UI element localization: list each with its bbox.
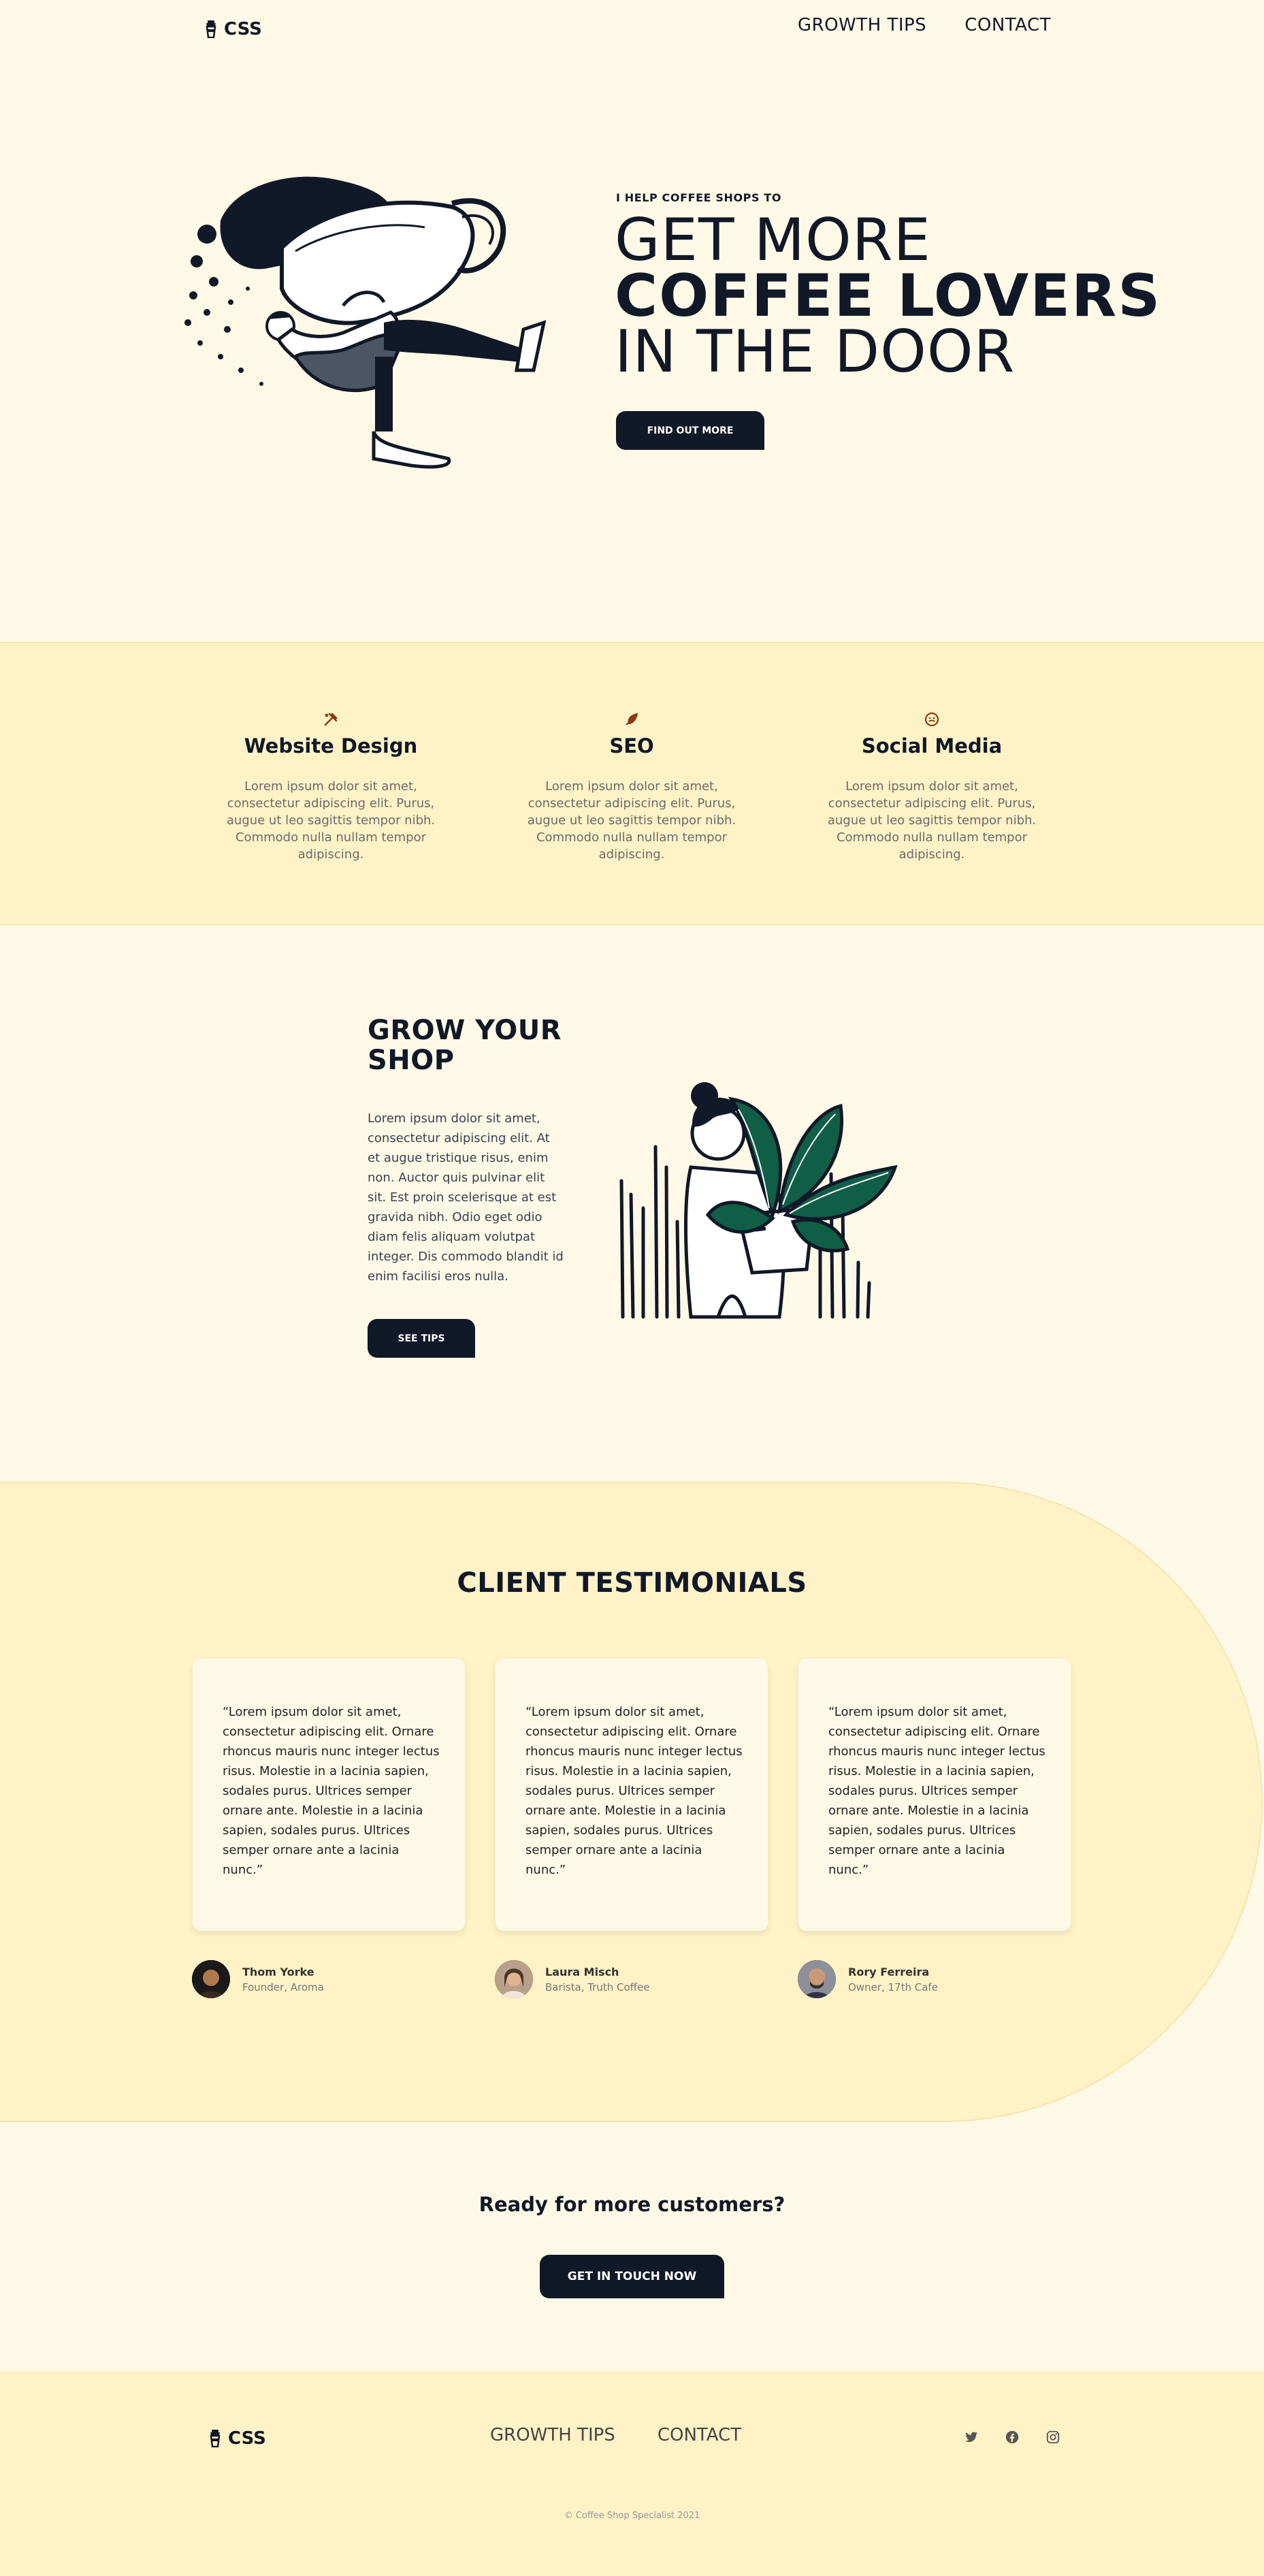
feather-icon [626, 713, 638, 725]
footer-links: GROWTH TIPS CONTACT [490, 2425, 741, 2445]
logo-text: CSS [224, 19, 262, 39]
service-text: Lorem ipsum dolor sit amet, consectetur … [226, 779, 436, 862]
get-in-touch-button[interactable]: GET IN TOUCH NOW [540, 2255, 724, 2298]
coffee-cup-icon [210, 2430, 221, 2447]
hero-headline-line1: GET MORE [615, 206, 931, 274]
grow-title: GROW YOUR SHOP [368, 1015, 562, 1075]
hero-headline: GET MORE COFFEE LOVERS IN THE DOOR [615, 206, 1162, 386]
author-name: Rory Ferreira [848, 1965, 930, 1978]
hero-illustration [184, 176, 547, 469]
author-role: Founder, Aroma [242, 1980, 324, 1993]
footer: CSS GROWTH TIPS CONTACT © Coffee Shop Sp… [0, 2371, 1264, 2576]
grow-title-line2: SHOP [368, 1045, 455, 1076]
coffee-cup-icon [206, 20, 216, 38]
testimonials-title: CLIENT TESTIMONIALS [457, 1567, 807, 1599]
hero-eyebrow: I HELP COFFEE SHOPS TO [616, 191, 782, 204]
author-role: Owner, 17th Cafe [848, 1980, 938, 1993]
smiley-icon [924, 712, 939, 727]
nav-link-contact[interactable]: CONTACT [965, 15, 1051, 35]
service-text: Lorem ipsum dolor sit amet, consectetur … [827, 779, 1037, 862]
cta-title: Ready for more customers? [479, 2193, 785, 2216]
testimonial-author: Laura Misch Barista, Truth Coffee [495, 1960, 649, 1998]
find-out-more-button[interactable]: FIND OUT MORE [616, 411, 764, 450]
avatar [798, 1960, 836, 1998]
copyright: © Coffee Shop Specialist 2021 [564, 2511, 700, 2521]
service-seo: SEO Lorem ipsum dolor sit amet, consecte… [509, 711, 754, 863]
grow-title-line1: GROW YOUR [368, 1015, 562, 1046]
testimonial-card: “Lorem ipsum dolor sit amet, consectetur… [496, 1659, 768, 1931]
testimonial-quote: “Lorem ipsum dolor sit amet, consectetur… [223, 1705, 440, 1877]
author-name: Thom Yorke [242, 1965, 314, 1978]
social-links [964, 2430, 1060, 2445]
services-section: Website Design Lorem ipsum dolor sit ame… [0, 642, 1264, 926]
service-title: SEO [609, 734, 654, 757]
testimonial-author: Rory Ferreira Owner, 17th Cafe [798, 1960, 938, 1998]
service-text: Lorem ipsum dolor sit amet, consectetur … [527, 779, 736, 862]
footer-link-contact[interactable]: CONTACT [658, 2425, 741, 2445]
facebook-icon[interactable] [1005, 2430, 1020, 2445]
service-website-design: Website Design Lorem ipsum dolor sit ame… [208, 711, 453, 863]
service-title: Website Design [244, 734, 418, 757]
service-title: Social Media [861, 734, 1003, 757]
footer-link-growth-tips[interactable]: GROWTH TIPS [490, 2425, 615, 2445]
avatar [495, 1960, 533, 1998]
testimonial-card: “Lorem ipsum dolor sit amet, consectetur… [193, 1659, 465, 1931]
hero-headline-line3: IN THE DOOR [615, 318, 1016, 386]
grow-text: Lorem ipsum dolor sit amet, consectetur … [368, 1111, 564, 1284]
instagram-icon[interactable] [1046, 2430, 1060, 2445]
author-name: Laura Misch [545, 1965, 619, 1978]
nav-links: GROWTH TIPS CONTACT [798, 15, 1051, 35]
twitter-icon[interactable] [964, 2430, 979, 2445]
see-tips-button[interactable]: SEE TIPS [368, 1319, 475, 1358]
page: CSS GROWTH TIPS CONTACT I HELP COFFEE SH… [0, 0, 1264, 2576]
hero-headline-line2: COFFEE LOVERS [615, 262, 1162, 330]
footer-logo-text: CSS [228, 2428, 266, 2449]
pen-tool-icon [324, 713, 338, 726]
footer-logo[interactable]: CSS [209, 2428, 266, 2449]
service-social-media: Social Media Lorem ipsum dolor sit amet,… [809, 711, 1054, 863]
plant-illustration [619, 1082, 898, 1319]
testimonial-quote: “Lorem ipsum dolor sit amet, consectetur… [525, 1705, 743, 1877]
avatar [192, 1960, 230, 1998]
logo[interactable]: CSS [205, 19, 262, 39]
testimonial-card: “Lorem ipsum dolor sit amet, consectetur… [798, 1659, 1071, 1931]
testimonial-quote: “Lorem ipsum dolor sit amet, consectetur… [828, 1705, 1046, 1877]
nav-link-growth-tips[interactable]: GROWTH TIPS [798, 15, 926, 35]
testimonial-author: Thom Yorke Founder, Aroma [192, 1960, 324, 1998]
author-role: Barista, Truth Coffee [545, 1980, 650, 1993]
top-nav: CSS GROWTH TIPS CONTACT [0, 0, 1264, 59]
